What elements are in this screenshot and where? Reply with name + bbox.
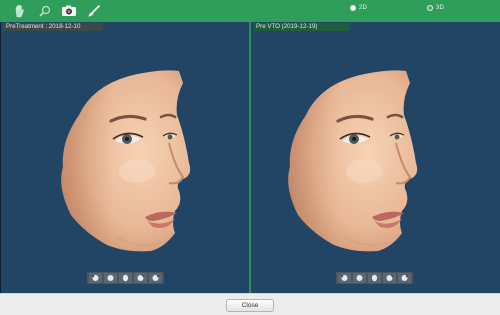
view-mode-3d[interactable]: 3D — [427, 5, 444, 11]
face-front-icon — [356, 275, 363, 281]
rotate-left-icon — [91, 274, 99, 281]
close-button[interactable]: Close — [226, 299, 274, 312]
face-side-button[interactable] — [368, 273, 381, 283]
viewer-tag-pre-vto: Pre VTO (2019-12-19) — [253, 23, 350, 31]
dialog-footer: Close — [0, 293, 500, 315]
hand-tool-button[interactable] — [11, 2, 29, 20]
face-tilt-button[interactable] — [383, 273, 396, 283]
face-model-pretreatment[interactable] — [57, 67, 197, 257]
rotate-right-button[interactable] — [398, 273, 411, 283]
camera-icon — [62, 5, 76, 16]
face-side-icon — [122, 274, 129, 282]
camera-tool-button[interactable] — [60, 2, 78, 20]
rotate-left-icon — [340, 274, 348, 281]
view-mode-3d-radio[interactable] — [427, 5, 433, 11]
brush-icon — [88, 4, 101, 17]
view-mode-2d-radio[interactable] — [350, 5, 356, 11]
face-front-button[interactable] — [353, 273, 366, 283]
toolbar: 2D 3D — [0, 0, 500, 22]
face-tilt-icon — [386, 274, 394, 281]
face-tilt-button[interactable] — [134, 273, 147, 283]
zoom-tool-button[interactable] — [36, 2, 54, 20]
rotate-right-icon — [401, 274, 409, 281]
rotate-left-button[interactable] — [89, 273, 102, 283]
viewer-tag-pretreatment: PreTreatment : 2018-12-10 — [3, 23, 103, 31]
viewer-pre-vto[interactable]: Pre VTO (2019-12-19) — [251, 22, 500, 293]
view-mode-2d[interactable]: 2D — [350, 5, 367, 11]
view-controls-pre-vto — [336, 272, 413, 284]
hand-icon — [15, 4, 24, 18]
face-tilt-icon — [137, 274, 145, 281]
viewer-pretreatment[interactable]: PreTreatment : 2018-12-10 — [0, 22, 249, 293]
rotate-right-icon — [152, 274, 160, 281]
face-front-icon — [107, 275, 114, 281]
face-side-icon — [371, 274, 378, 282]
face-front-button[interactable] — [104, 273, 117, 283]
view-controls-pretreatment — [87, 272, 164, 284]
view-mode-3d-label: 3D — [436, 5, 445, 11]
face-model-pre-vto[interactable] — [284, 67, 424, 257]
face-side-button[interactable] — [119, 273, 132, 283]
view-mode-2d-label: 2D — [359, 5, 368, 11]
rotate-right-button[interactable] — [149, 273, 162, 283]
brush-tool-button[interactable] — [85, 2, 103, 20]
rotate-left-button[interactable] — [338, 273, 351, 283]
zoom-icon — [39, 5, 51, 17]
